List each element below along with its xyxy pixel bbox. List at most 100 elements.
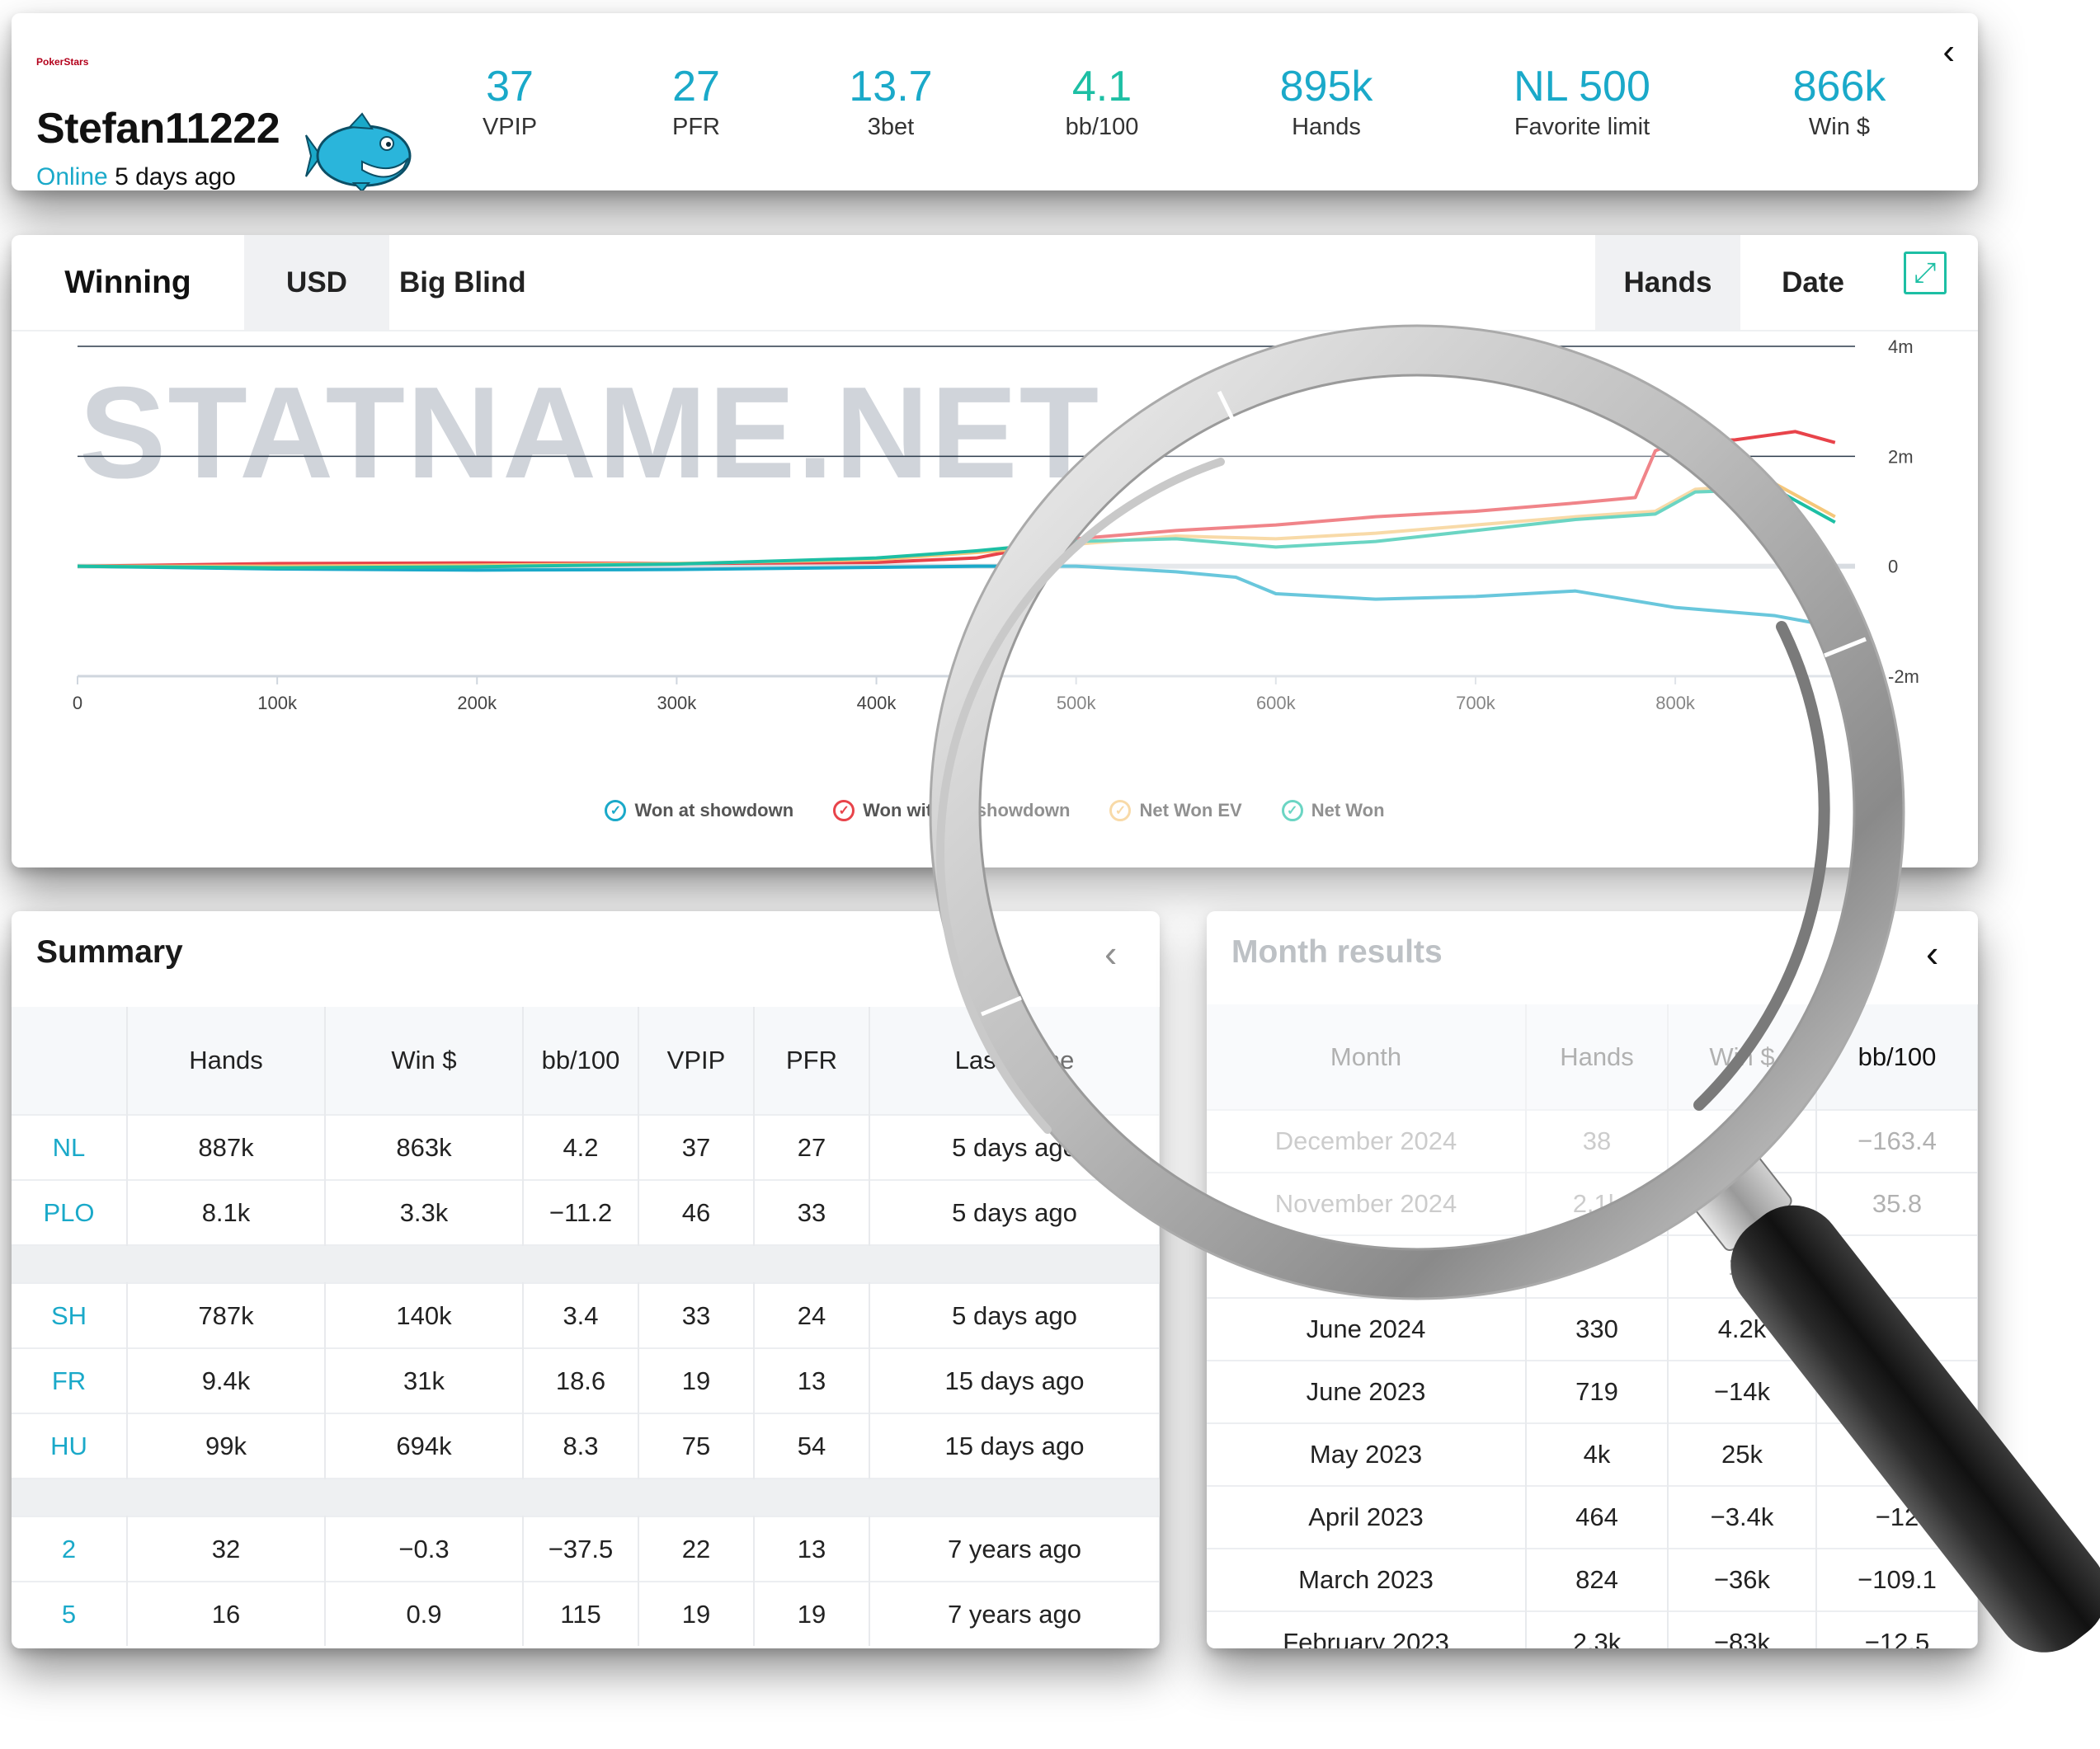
summary-col-header[interactable]: Last game [869, 1007, 1160, 1115]
chevron-left-icon[interactable]: ‹ [1942, 31, 1955, 73]
table-cell: 824 [1526, 1548, 1669, 1611]
legend-item[interactable]: ✓ Net Won [1281, 800, 1385, 821]
row-label[interactable]: 2 [12, 1516, 128, 1582]
tab-usd[interactable]: USD [244, 235, 389, 330]
stat-value: 13.7 [849, 63, 933, 110]
stat-value: 895k [1279, 63, 1373, 110]
table-row[interactable]: November 2024 2.1k 35.8 [1207, 1172, 1978, 1235]
winnings-chart-panel: Winning USD Big Blind Hands Date ⤢ STATN… [12, 235, 1978, 867]
table-cell: 140k [325, 1282, 524, 1348]
table-cell: 887k [127, 1114, 326, 1180]
stat-3bet: 13.7 3bet [792, 61, 990, 141]
table-row[interactable]: SH 787k 140k 3.4 33 24 5 days ago [12, 1282, 1160, 1348]
stat-value: 27 [672, 63, 720, 110]
tab-date[interactable]: Date [1740, 235, 1886, 330]
row-label[interactable]: 5 [12, 1581, 128, 1646]
summary-col-header[interactable]: bb/100 [523, 1007, 639, 1115]
table-row[interactable]: February 2023 2.3k −83k −12.5 [1207, 1610, 1978, 1648]
stat-favorite-limit: NL 500 Favorite limit [1483, 61, 1681, 141]
table-cell: 694k [325, 1413, 524, 1479]
table-cell: 25k [1668, 1422, 1817, 1486]
table-row[interactable]: PLO 8.1k 3.3k −11.2 46 33 5 days ago [12, 1179, 1160, 1245]
row-label[interactable]: NL [12, 1114, 128, 1180]
x-tick-label: 800k [1655, 693, 1696, 713]
tab-hands[interactable]: Hands [1595, 235, 1740, 330]
table-cell: −12 [1816, 1485, 1978, 1549]
stat-value: 4.1 [1071, 63, 1132, 110]
table-row[interactable]: June 2023 719 −14k [1207, 1360, 1978, 1423]
expand-icon[interactable]: ⤢ [1904, 252, 1947, 294]
table-cell: 330 [1526, 1297, 1669, 1361]
group-separator [12, 1244, 1160, 1283]
legend-item[interactable]: ✓ Net Won EV [1109, 800, 1242, 821]
summary-col-header[interactable]: VPIP [638, 1007, 755, 1115]
table-cell: −11.2 [523, 1179, 639, 1245]
legend-item[interactable]: ✓ Won at showdown [605, 800, 793, 821]
table-row[interactable]: May 2023 4k 25k 8.4 [1207, 1422, 1978, 1486]
table-row[interactable]: March 2023 824 −36k −109.1 [1207, 1548, 1978, 1611]
chevron-left-icon[interactable]: ‹ [1926, 931, 1938, 976]
table-row[interactable]: December 2024 38− −163.4 [1207, 1109, 1978, 1173]
stat-hands: 895k Hands [1227, 61, 1425, 141]
series-line-won-without-showdown [77, 430, 1836, 568]
y-tick-label: 2m [1888, 446, 1914, 467]
table-row[interactable]: April 2023 464 −3.4k −12 [1207, 1485, 1978, 1549]
table-cell [1816, 1360, 1978, 1423]
table-cell: −36k [1668, 1548, 1817, 1611]
table-cell: 27 [754, 1114, 870, 1180]
tab-big-blind[interactable]: Big Blind [389, 235, 548, 330]
month-col-header[interactable]: bb/100 [1816, 1004, 1978, 1110]
table-cell: 16 [127, 1581, 326, 1646]
pokerstars-logo: PokerStars [36, 56, 89, 68]
y-tick-label: 4m [1888, 336, 1914, 357]
table-cell: −83k [1668, 1610, 1817, 1648]
table-cell: 35.8 [1816, 1172, 1978, 1235]
table-row[interactable]: 2 32 −0.3 −37.5 22 13 7 years ago [12, 1516, 1160, 1582]
table-row[interactable]: June 2024 330 4.2k [1207, 1297, 1978, 1361]
month-col-header[interactable]: Hands [1526, 1004, 1669, 1110]
table-cell: 33 [638, 1282, 755, 1348]
table-cell: −3.4k [1668, 1485, 1817, 1549]
legend-label: Won at showdown [634, 800, 794, 820]
table-row[interactable]: 5 16 0.9 115 19 19 7 years ago [12, 1581, 1160, 1646]
table-row[interactable]: NL 887k 863k 4.2 37 27 5 days ago [12, 1114, 1160, 1180]
table-cell: 115 [523, 1581, 639, 1646]
summary-col-header[interactable]: Win $ [325, 1007, 524, 1115]
stat-label: Win $ [1808, 114, 1871, 141]
table-cell: 18.6 [523, 1347, 639, 1413]
row-label[interactable]: FR [12, 1347, 128, 1413]
table-cell: 22 [638, 1516, 755, 1582]
stat-value: 866k [1792, 63, 1886, 110]
summary-col-header[interactable]: Hands [127, 1007, 326, 1115]
table-cell: 5 days ago [869, 1282, 1160, 1348]
check-circle-icon: ✓ [1281, 800, 1303, 821]
table-row[interactable]: FR 9.4k 31k 18.6 19 13 15 days ago [12, 1347, 1160, 1413]
summary-col-header[interactable]: PFR [754, 1007, 870, 1115]
legend-item[interactable]: ✓ Won without showdown [833, 800, 1070, 821]
online-status: Online 5 days ago [36, 163, 236, 190]
table-row[interactable]: HU 99k 694k 8.3 75 54 15 days ago [12, 1413, 1160, 1479]
stat-bb-100: 4.1 bb/100 [1003, 61, 1201, 141]
table-cell [1668, 1172, 1817, 1235]
month-cell: April 2023 [1207, 1485, 1527, 1549]
x-tick-label: 400k [857, 693, 897, 713]
month-cell: June 2024 [1207, 1297, 1527, 1361]
table-row[interactable]: July 2024 15 [1207, 1234, 1978, 1298]
row-label[interactable]: PLO [12, 1179, 128, 1245]
legend-label: Net Won EV [1139, 800, 1242, 820]
check-circle-icon: ✓ [1109, 800, 1132, 821]
month-col-header[interactable]: Win $ [1668, 1004, 1817, 1110]
x-tick-label: 600k [1256, 693, 1297, 713]
row-label[interactable]: SH [12, 1282, 128, 1348]
chart-legend: ✓ Won at showdown ✓ Won without showdown ✓ Ne… [12, 800, 1978, 821]
month-col-header[interactable]: Month [1207, 1004, 1527, 1110]
winnings-line-chart: 4m 2m 0 -2m 0 100k 200k 300k 400k 500k 600k 700k 800… [73, 336, 1919, 713]
table-cell: 19 [754, 1581, 870, 1646]
table-cell: 7 years ago [869, 1581, 1160, 1646]
row-label[interactable]: HU [12, 1413, 128, 1479]
table-cell: 3.3k [325, 1179, 524, 1245]
last-seen: 5 days ago [115, 163, 236, 190]
chevron-left-icon[interactable]: ‹ [1104, 931, 1117, 976]
table-cell: 19 [638, 1347, 755, 1413]
table-cell [1816, 1234, 1978, 1298]
